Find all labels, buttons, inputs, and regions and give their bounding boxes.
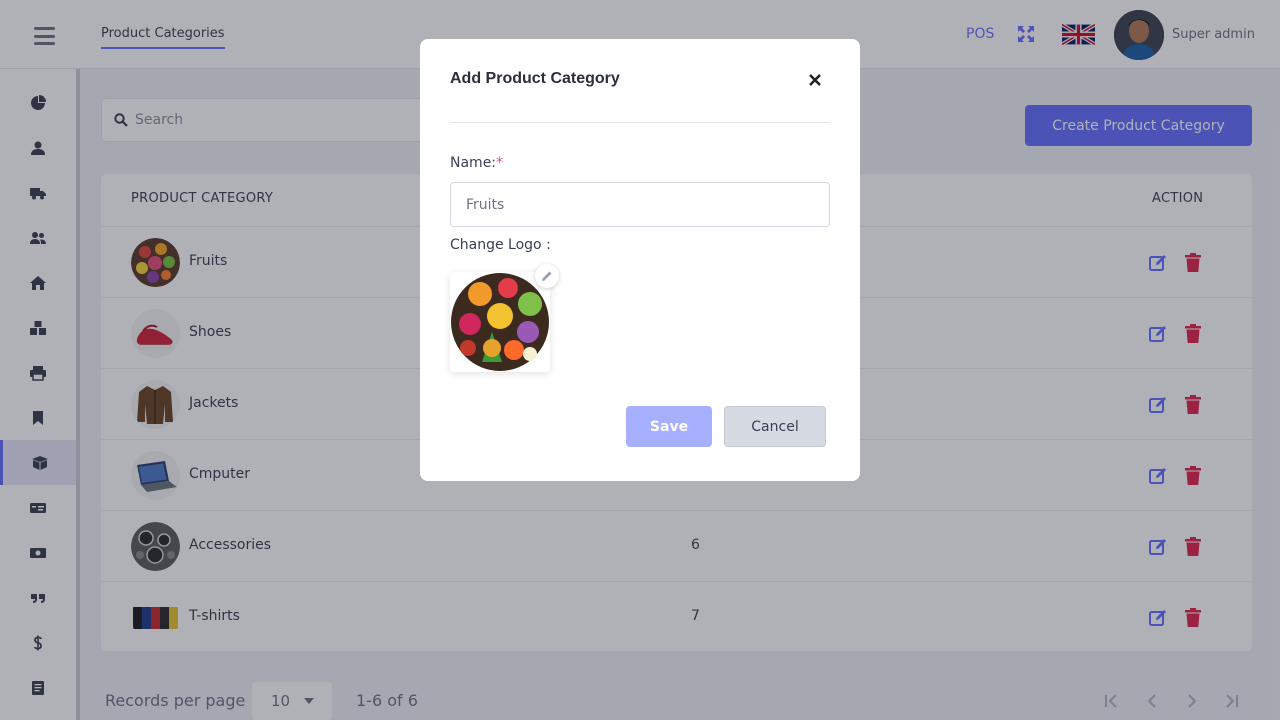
edit-logo-button[interactable] xyxy=(535,264,559,288)
name-label-text: Name: xyxy=(450,155,497,171)
close-icon[interactable] xyxy=(808,73,822,87)
required-asterisk: * xyxy=(496,155,504,171)
change-logo-label: Change Logo : xyxy=(450,237,551,253)
name-label: Name:* xyxy=(450,155,503,171)
cancel-button[interactable]: Cancel xyxy=(724,406,826,447)
save-button[interactable]: Save xyxy=(626,406,712,447)
modal-divider xyxy=(450,122,830,123)
logo-preview xyxy=(450,272,550,372)
modal-title: Add Product Category xyxy=(450,70,620,87)
add-product-category-modal: Add Product Category Name:* Change Logo … xyxy=(420,39,860,481)
pencil-icon xyxy=(542,271,552,281)
name-field[interactable] xyxy=(450,182,830,227)
